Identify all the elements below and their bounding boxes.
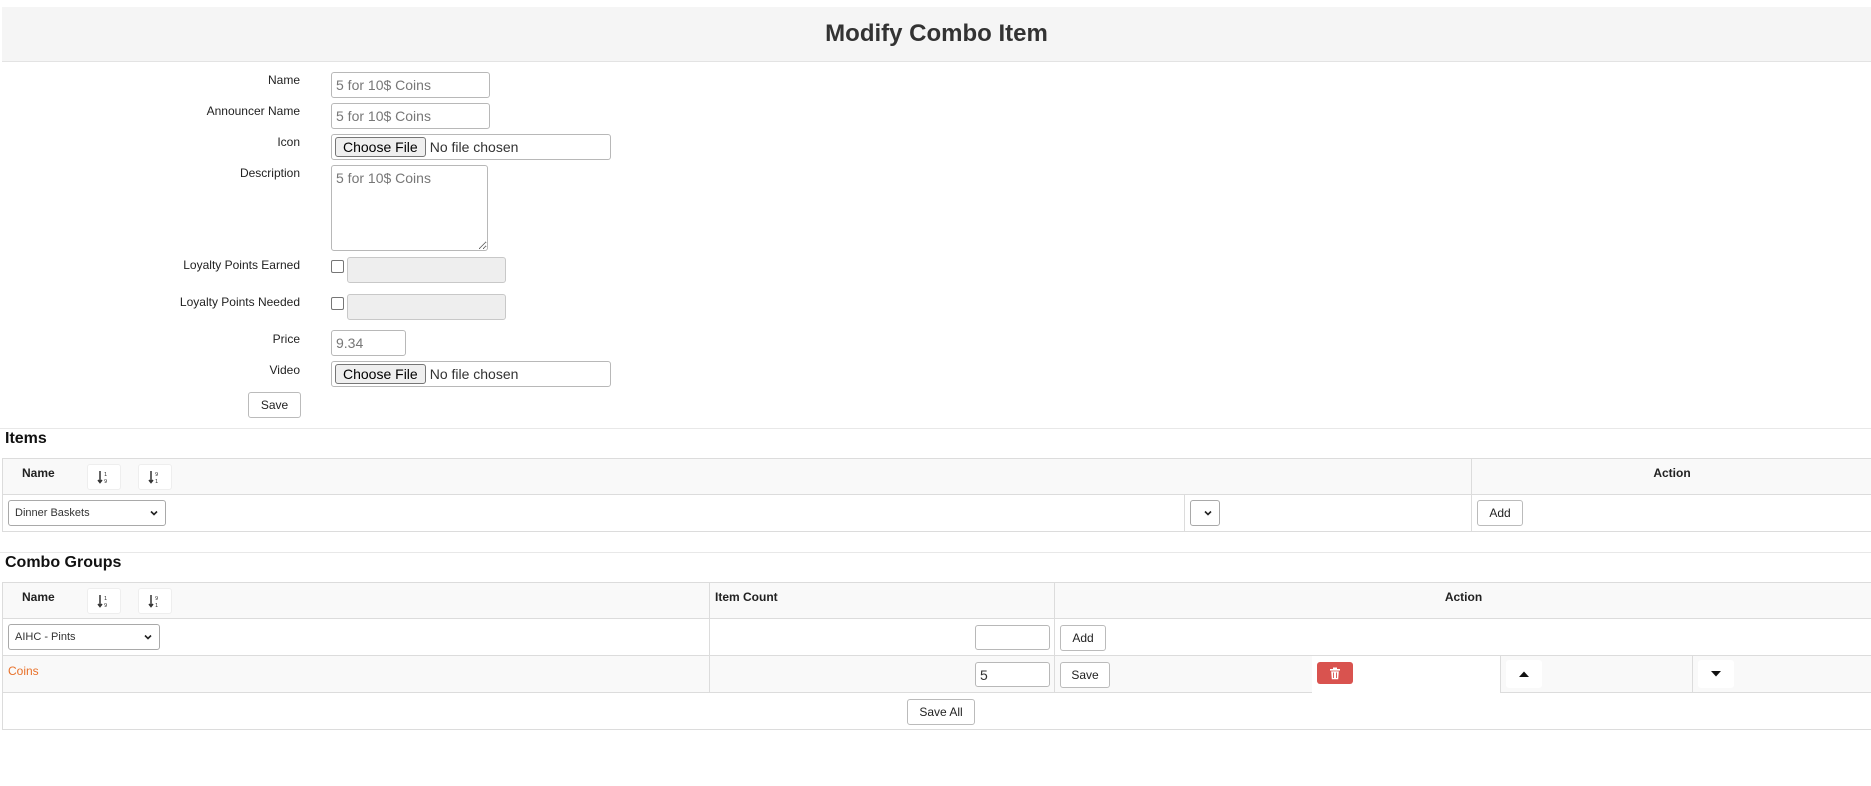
combo-groups-table: Name 1 9 9 1 Item Count Action AIHC - Pi… [2, 582, 1871, 730]
save-all-button[interactable]: Save All [907, 699, 975, 725]
items-column-action: Action [1653, 466, 1691, 480]
description-textarea[interactable]: 5 for 10$ Coins [331, 165, 488, 251]
group-save-cell: Save [1054, 656, 1353, 693]
chevron-down-icon [144, 634, 152, 640]
items-header-action-cell: Action [1471, 459, 1871, 495]
items-header-name-cell: Name 1 9 9 1 [3, 459, 1471, 495]
groups-add-row-action-cell: Add [1054, 619, 1871, 656]
video-file-status: No file chosen [429, 366, 519, 382]
video-label: Video [269, 363, 300, 377]
svg-text:1: 1 [155, 603, 158, 608]
group-count-input[interactable] [975, 662, 1050, 687]
combo-groups-section-title: Combo Groups [5, 554, 122, 571]
loyalty-points-needed-label: Loyalty Points Needed [179, 295, 300, 309]
items-select-value: Dinner Baskets [15, 507, 90, 519]
groups-column-action: Action [1444, 590, 1483, 604]
items-add-button[interactable]: Add [1477, 500, 1523, 526]
groups-select-value: AIHC - Pints [15, 631, 76, 643]
group-move-down-cell [1692, 656, 1871, 693]
price-label: Price [272, 332, 300, 346]
chevron-down-icon [1204, 510, 1212, 516]
svg-text:9: 9 [155, 472, 158, 478]
name-input[interactable] [331, 72, 490, 98]
description-label: Description [239, 166, 300, 180]
page-title: Modify Combo Item [825, 20, 1048, 47]
svg-text:1: 1 [104, 472, 107, 478]
page-header: Modify Combo Item [2, 7, 1871, 62]
loyalty-points-earned-label: Loyalty Points Earned [183, 258, 300, 272]
name-label: Name [267, 73, 300, 87]
loyalty-points-needed-checkbox[interactable] [331, 297, 344, 310]
group-delete-button[interactable] [1317, 662, 1353, 684]
group-name-link[interactable]: Coins [8, 664, 39, 678]
groups-column-name: Name [22, 590, 55, 604]
groups-column-item-count: Item Count [715, 590, 778, 604]
items-select[interactable]: Dinner Baskets [8, 500, 166, 526]
svg-text:9: 9 [155, 596, 158, 602]
svg-text:1: 1 [104, 596, 107, 602]
chevron-down-icon [150, 510, 158, 516]
icon-file-status: No file chosen [429, 139, 519, 155]
svg-text:9: 9 [104, 479, 107, 484]
divider [0, 428, 1871, 429]
video-file-input[interactable]: Choose File No file chosen [331, 361, 611, 387]
groups-add-row-name-cell: AIHC - Pints [3, 619, 709, 656]
trash-icon [1330, 667, 1340, 679]
groups-add-button[interactable]: Add [1060, 625, 1106, 651]
divider [0, 552, 1871, 553]
loyalty-points-earned-checkbox[interactable] [331, 260, 344, 273]
sort-numeric-desc-icon: 9 1 [148, 471, 158, 484]
icon-file-input[interactable]: Choose File No file chosen [331, 134, 611, 160]
svg-text:1: 1 [155, 479, 158, 484]
svg-text:9: 9 [104, 603, 107, 608]
groups-add-row-count-cell [709, 619, 1054, 656]
sort-asc-button[interactable]: 1 9 [87, 464, 121, 490]
save-button[interactable]: Save [248, 392, 301, 418]
announcer-name-label: Announcer Name [206, 104, 300, 118]
items-add-row-option-cell [1184, 495, 1471, 532]
loyalty-points-earned-input[interactable] [347, 257, 506, 283]
move-down-button[interactable] [1698, 660, 1734, 688]
icon-label: Icon [277, 135, 300, 149]
caret-down-icon [1711, 671, 1721, 677]
sort-asc-button[interactable]: 1 9 [87, 588, 121, 614]
sort-numeric-asc-icon: 1 9 [97, 471, 107, 484]
sort-desc-button[interactable]: 9 1 [138, 464, 172, 490]
groups-header-name-cell: Name 1 9 9 1 [3, 583, 709, 619]
groups-footer-cell: Save All [3, 693, 1871, 730]
sort-desc-button[interactable]: 9 1 [138, 588, 172, 614]
icon-choose-file-button[interactable]: Choose File [335, 137, 426, 157]
items-table: Name 1 9 9 1 Action Dinner Baskets Add [2, 458, 1871, 532]
items-column-name: Name [22, 466, 55, 480]
groups-header-action-cell: Action [1054, 583, 1871, 619]
loyalty-points-needed-input[interactable] [347, 294, 506, 320]
group-save-button[interactable]: Save [1060, 662, 1110, 688]
groups-select[interactable]: AIHC - Pints [8, 624, 160, 650]
sort-numeric-asc-icon: 1 9 [97, 595, 107, 608]
price-input[interactable] [331, 330, 406, 356]
sort-numeric-desc-icon: 9 1 [148, 595, 158, 608]
groups-add-count-input[interactable] [975, 625, 1050, 650]
group-move-up-cell [1500, 656, 1692, 693]
groups-header-count-cell: Item Count [709, 583, 1054, 619]
caret-up-icon [1519, 671, 1529, 677]
move-up-button[interactable] [1506, 660, 1542, 688]
items-secondary-select[interactable] [1190, 500, 1220, 526]
group-count-cell [709, 656, 1054, 693]
items-section-title: Items [5, 430, 47, 447]
items-add-row-name-cell: Dinner Baskets [3, 495, 1184, 532]
table-row: Coins [3, 656, 709, 693]
announcer-name-input[interactable] [331, 103, 490, 129]
items-add-row-action-cell: Add [1471, 495, 1871, 532]
video-choose-file-button[interactable]: Choose File [335, 364, 426, 384]
